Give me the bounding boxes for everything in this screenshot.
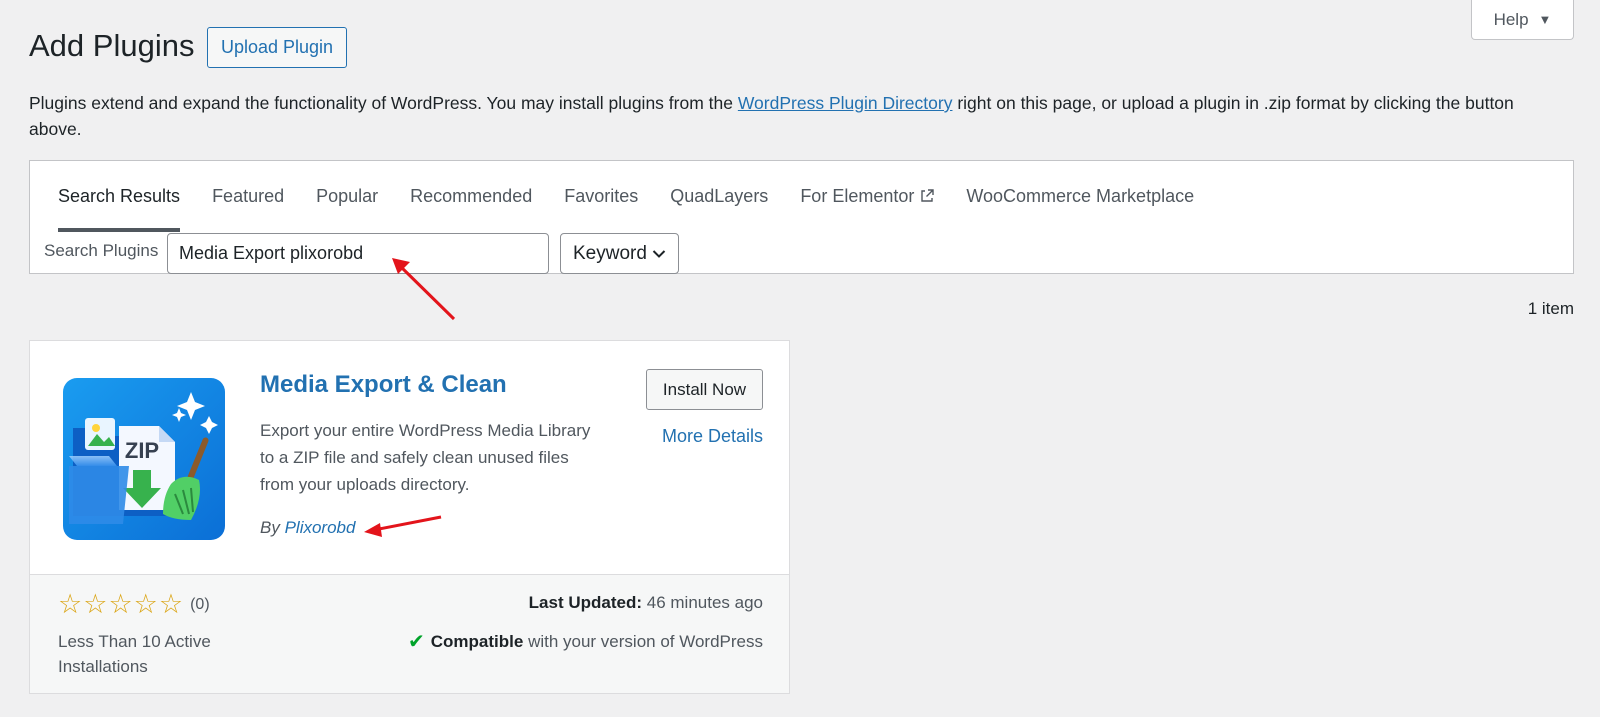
- star-empty-icon: ☆: [83, 589, 108, 619]
- search-plugins-label: Search Plugins: [44, 241, 159, 260]
- star-empty-icon: ☆: [108, 589, 133, 619]
- compatible-label: Compatible: [430, 631, 524, 651]
- author-by-label: By: [260, 518, 280, 537]
- compatible-text: with your version of WordPress: [528, 631, 763, 651]
- results-count: 1 item: [1527, 299, 1574, 318]
- last-updated: Last Updated: 46 minutes ago: [529, 593, 763, 613]
- tab-popular[interactable]: Popular: [316, 161, 378, 231]
- search-type-value: Keyword: [573, 242, 647, 264]
- plugin-filter-bar: Search Results Featured Popular Recommen…: [29, 160, 1574, 274]
- tab-featured[interactable]: Featured: [212, 161, 284, 231]
- tab-for-elementor-label: For Elementor: [800, 185, 915, 206]
- help-label: Help: [1493, 9, 1529, 29]
- star-empty-icon: ☆: [58, 589, 83, 619]
- last-updated-value: 46 minutes ago: [646, 593, 763, 612]
- search-type-select[interactable]: Keyword: [560, 233, 679, 274]
- tab-woocommerce-marketplace[interactable]: WooCommerce Marketplace: [966, 161, 1194, 231]
- plugin-description: Export your entire WordPress Media Libra…: [260, 421, 591, 494]
- tab-favorites[interactable]: Favorites: [564, 161, 638, 231]
- chevron-down-icon: [652, 249, 666, 258]
- tab-recommended[interactable]: Recommended: [410, 161, 532, 231]
- tab-search-results[interactable]: Search Results: [58, 161, 181, 232]
- install-now-button[interactable]: Install Now: [646, 369, 763, 410]
- search-plugins-input[interactable]: [167, 233, 549, 274]
- caret-down-icon: ▼: [1538, 12, 1552, 27]
- rating-count[interactable]: (0): [190, 596, 210, 614]
- star-rating: ☆ ☆ ☆ ☆ ☆ (0): [58, 591, 210, 618]
- intro-text-before: Plugins extend and expand the functional…: [29, 93, 738, 113]
- plugin-icon[interactable]: ZIP: [63, 378, 225, 540]
- plugin-tabs: Search Results Featured Popular Recommen…: [58, 161, 1226, 232]
- zip-icon-label: ZIP: [125, 438, 159, 463]
- upload-plugin-button[interactable]: Upload Plugin: [207, 27, 347, 68]
- plugin-name-link[interactable]: Media Export & Clean: [260, 371, 507, 399]
- tab-for-elementor[interactable]: For Elementor: [800, 161, 935, 231]
- last-updated-label: Last Updated:: [528, 593, 643, 612]
- plugin-card-top: ZIP Media Export & Clean Export your ent…: [30, 341, 789, 574]
- star-empty-icon: ☆: [158, 589, 184, 619]
- more-details-link[interactable]: More Details: [662, 426, 763, 447]
- page-title: Add Plugins: [29, 28, 195, 63]
- plugin-author: By Plixorobd: [260, 518, 355, 538]
- author-link[interactable]: Plixorobd: [285, 518, 356, 537]
- active-installs: Less Than 10 Active Installations: [58, 632, 211, 676]
- checkmark-icon: ✔: [408, 631, 425, 653]
- star-empty-icon: ☆: [133, 589, 158, 619]
- plugin-directory-link[interactable]: WordPress Plugin Directory: [738, 93, 953, 113]
- compatibility: ✔ Compatible with your version of WordPr…: [408, 629, 763, 654]
- help-tab[interactable]: Help ▼: [1471, 0, 1574, 40]
- plugin-card: ZIP Media Export & Clean Export your ent…: [29, 340, 790, 694]
- tab-quadlayers[interactable]: QuadLayers: [670, 161, 768, 231]
- intro-text: Plugins extend and expand the functional…: [29, 90, 1559, 142]
- plugin-card-bottom: ☆ ☆ ☆ ☆ ☆ (0) Less Than 10 Active Instal…: [30, 574, 789, 693]
- external-link-icon: [921, 189, 935, 202]
